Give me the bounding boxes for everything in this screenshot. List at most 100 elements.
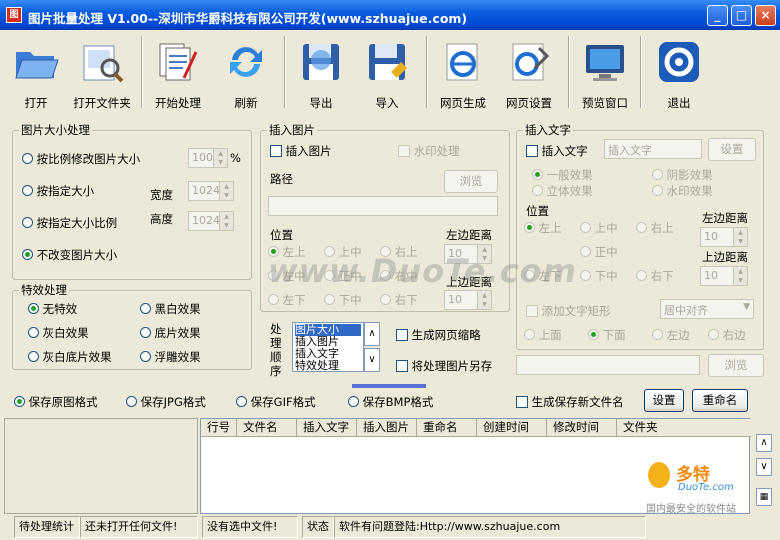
order-item[interactable]: 特效处理	[295, 360, 361, 372]
format-gif[interactable]: 保存GIF格式	[236, 394, 316, 410]
align-select[interactable]: 居中对齐 ▼	[660, 299, 754, 319]
rect-pos-bottom[interactable]: 下面	[588, 327, 626, 343]
fixed-size-option[interactable]: 按指定大小	[22, 183, 94, 199]
checkbox[interactable]	[396, 329, 408, 341]
radio-button[interactable]	[580, 222, 591, 233]
order-down-button[interactable]: ∨	[364, 348, 380, 372]
effect-bw[interactable]: 黑白效果	[140, 301, 201, 317]
column-header[interactable]: 重命名	[417, 419, 477, 437]
effect-gray[interactable]: 灰白效果	[28, 325, 89, 341]
height-spinner[interactable]: 1024 ▲ ▼	[188, 211, 234, 231]
open-folder-button[interactable]: 打开文件夹	[68, 34, 136, 112]
spinner-arrows[interactable]: ▲ ▼	[477, 291, 491, 309]
text-effect-watermark[interactable]: 水印效果	[652, 183, 713, 199]
ratio-spinner[interactable]: 100 ▲ ▼	[188, 148, 228, 168]
radio-button[interactable]	[580, 270, 591, 281]
radio-button-selected[interactable]	[22, 249, 33, 260]
checkbox[interactable]	[526, 305, 538, 317]
rect-pos-right[interactable]: 右边	[708, 327, 746, 343]
checkbox[interactable]	[396, 360, 408, 372]
radio-button-selected[interactable]	[524, 222, 535, 233]
column-header[interactable]: 修改时间	[547, 419, 617, 437]
insert-text-checkbox[interactable]: 插入文字	[526, 143, 588, 159]
radio-button[interactable]	[236, 396, 247, 407]
radio-button[interactable]	[324, 294, 335, 305]
image-pos-bottom-left[interactable]: 左下	[268, 292, 306, 308]
column-header[interactable]: 文件名	[237, 419, 297, 437]
radio-button-selected[interactable]	[14, 396, 25, 407]
web-generate-button[interactable]: 网页生成	[429, 34, 497, 112]
column-header[interactable]: 创建时间	[477, 419, 547, 437]
radio-button[interactable]	[524, 329, 535, 340]
folder-panel[interactable]	[4, 418, 198, 514]
checkbox[interactable]	[516, 396, 528, 408]
image-top-distance-spinner[interactable]: 10 ▲ ▼	[444, 290, 492, 310]
text-pos-top-center[interactable]: 上中	[580, 220, 618, 236]
effect-emboss[interactable]: 浮雕效果	[140, 349, 201, 365]
import-button[interactable]: 导入	[353, 34, 421, 112]
spinner-arrows[interactable]: ▲ ▼	[733, 228, 747, 246]
text-effect-normal[interactable]: 一般效果	[532, 167, 593, 183]
radio-button[interactable]	[652, 329, 663, 340]
column-header[interactable]: 插入文字	[297, 419, 357, 437]
radio-button-selected[interactable]	[28, 303, 39, 314]
radio-button[interactable]	[22, 217, 33, 228]
column-header[interactable]: 文件夹	[617, 419, 751, 437]
radio-button[interactable]	[652, 169, 663, 180]
radio-button[interactable]	[580, 246, 591, 257]
export-button[interactable]: 导出	[287, 34, 355, 112]
radio-button[interactable]	[126, 396, 137, 407]
keep-size-option[interactable]: 不改变图片大小	[22, 247, 117, 263]
column-header[interactable]: 行号	[201, 419, 237, 437]
order-up-button[interactable]: ∧	[364, 322, 380, 346]
rect-pos-left[interactable]: 左边	[652, 327, 690, 343]
text-pos-center[interactable]: 正中	[580, 244, 618, 260]
filename-settings-button[interactable]: 设置	[644, 389, 684, 412]
gen-thumbnail-checkbox[interactable]: 生成网页缩略	[396, 327, 481, 343]
insert-text-input[interactable]: 插入文字	[604, 139, 702, 159]
spinner-arrows[interactable]: ▲ ▼	[219, 182, 233, 200]
grid-view-icon[interactable]: ▦	[756, 488, 772, 506]
column-header[interactable]: 插入图片	[357, 419, 417, 437]
refresh-button[interactable]: 刷新	[212, 34, 280, 112]
width-spinner[interactable]: 1024 ▲ ▼	[188, 181, 234, 201]
radio-button[interactable]	[348, 396, 359, 407]
radio-button-selected[interactable]	[588, 329, 599, 340]
move-down-button[interactable]: ∨	[756, 458, 772, 476]
radio-button[interactable]	[28, 327, 39, 338]
radio-button[interactable]	[636, 270, 647, 281]
text-effect-3d[interactable]: 立体效果	[532, 183, 593, 199]
radio-button-selected[interactable]	[532, 169, 543, 180]
save-browse-button[interactable]: 浏览	[708, 354, 764, 377]
text-pos-top-left[interactable]: 左上	[524, 220, 562, 236]
image-pos-bottom-right[interactable]: 右下	[380, 292, 418, 308]
rect-pos-top[interactable]: 上面	[524, 327, 562, 343]
text-pos-bottom-right[interactable]: 右下	[636, 268, 674, 284]
rename-button[interactable]: 重命名	[692, 389, 748, 412]
text-pos-top-right[interactable]: 右上	[636, 220, 674, 236]
radio-button[interactable]	[28, 351, 39, 362]
radio-button[interactable]	[140, 351, 151, 362]
text-effect-shadow[interactable]: 阴影效果	[652, 167, 713, 183]
ratio-option[interactable]: 按比例修改图片大小	[22, 151, 140, 167]
radio-button[interactable]	[380, 294, 391, 305]
image-pos-bottom-center[interactable]: 下中	[324, 292, 362, 308]
web-settings-button[interactable]: 网页设置	[495, 34, 563, 112]
spinner-arrows[interactable]: ▲ ▼	[219, 212, 233, 230]
text-pos-bottom-center[interactable]: 下中	[580, 268, 618, 284]
effect-none[interactable]: 无特效	[28, 301, 77, 317]
checkbox[interactable]	[526, 145, 538, 157]
fixed-ratio-option[interactable]: 按指定大小比例	[22, 215, 117, 231]
checkbox[interactable]	[270, 145, 282, 157]
effect-negative[interactable]: 底片效果	[140, 325, 201, 341]
radio-button[interactable]	[708, 329, 719, 340]
image-browse-button[interactable]: 浏览	[444, 170, 498, 193]
checkbox[interactable]	[398, 145, 410, 157]
effect-gray-negative[interactable]: 灰白底片效果	[28, 349, 112, 365]
format-jpg[interactable]: 保存JPG格式	[126, 394, 206, 410]
start-process-button[interactable]: 开始处理	[144, 34, 212, 112]
radio-button[interactable]	[22, 185, 33, 196]
exit-button[interactable]: 退出	[645, 34, 713, 112]
spinner-arrows[interactable]: ▲ ▼	[213, 149, 227, 167]
radio-button[interactable]	[652, 185, 663, 196]
